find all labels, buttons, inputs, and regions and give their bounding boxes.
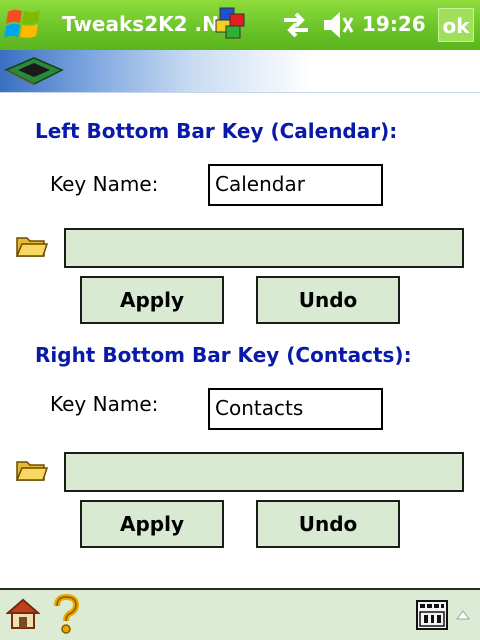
bottom-bar [0,588,480,640]
clock[interactable]: 19:26 [362,12,426,36]
apply-button-contacts[interactable]: Apply [80,500,224,548]
apply-button-calendar[interactable]: Apply [80,276,224,324]
window-title: Tweaks2K2 .N [62,12,219,36]
keyboard-icon[interactable] [416,600,448,630]
undo-button-calendar[interactable]: Undo [256,276,400,324]
windows-logo-icon[interactable] [4,6,44,44]
title-bar: Tweaks2K2 .N 19:26 ok [0,0,480,50]
app-banner [0,50,480,93]
key-name-input-calendar[interactable]: Calendar [208,164,383,206]
home-icon[interactable] [6,598,40,630]
chevron-up-icon[interactable] [456,610,470,620]
volume-muted-icon[interactable] [322,10,354,40]
ok-button[interactable]: ok [438,8,474,42]
path-input-contacts[interactable] [64,452,464,492]
key-name-input-contacts[interactable]: Contacts [208,388,383,430]
section-heading-calendar: Left Bottom Bar Key (Calendar): [35,119,398,143]
undo-button-contacts[interactable]: Undo [256,500,400,548]
key-name-label: Key Name: [50,392,159,416]
chip-icon [4,57,64,86]
sync-icon[interactable] [280,10,312,40]
tweaks-app-icon [215,7,245,39]
folder-icon[interactable] [16,234,48,258]
folder-icon[interactable] [16,458,48,482]
path-input-calendar[interactable] [64,228,464,268]
section-heading-contacts: Right Bottom Bar Key (Contacts): [35,343,412,367]
key-name-label: Key Name: [50,172,159,196]
help-icon[interactable] [52,594,80,634]
